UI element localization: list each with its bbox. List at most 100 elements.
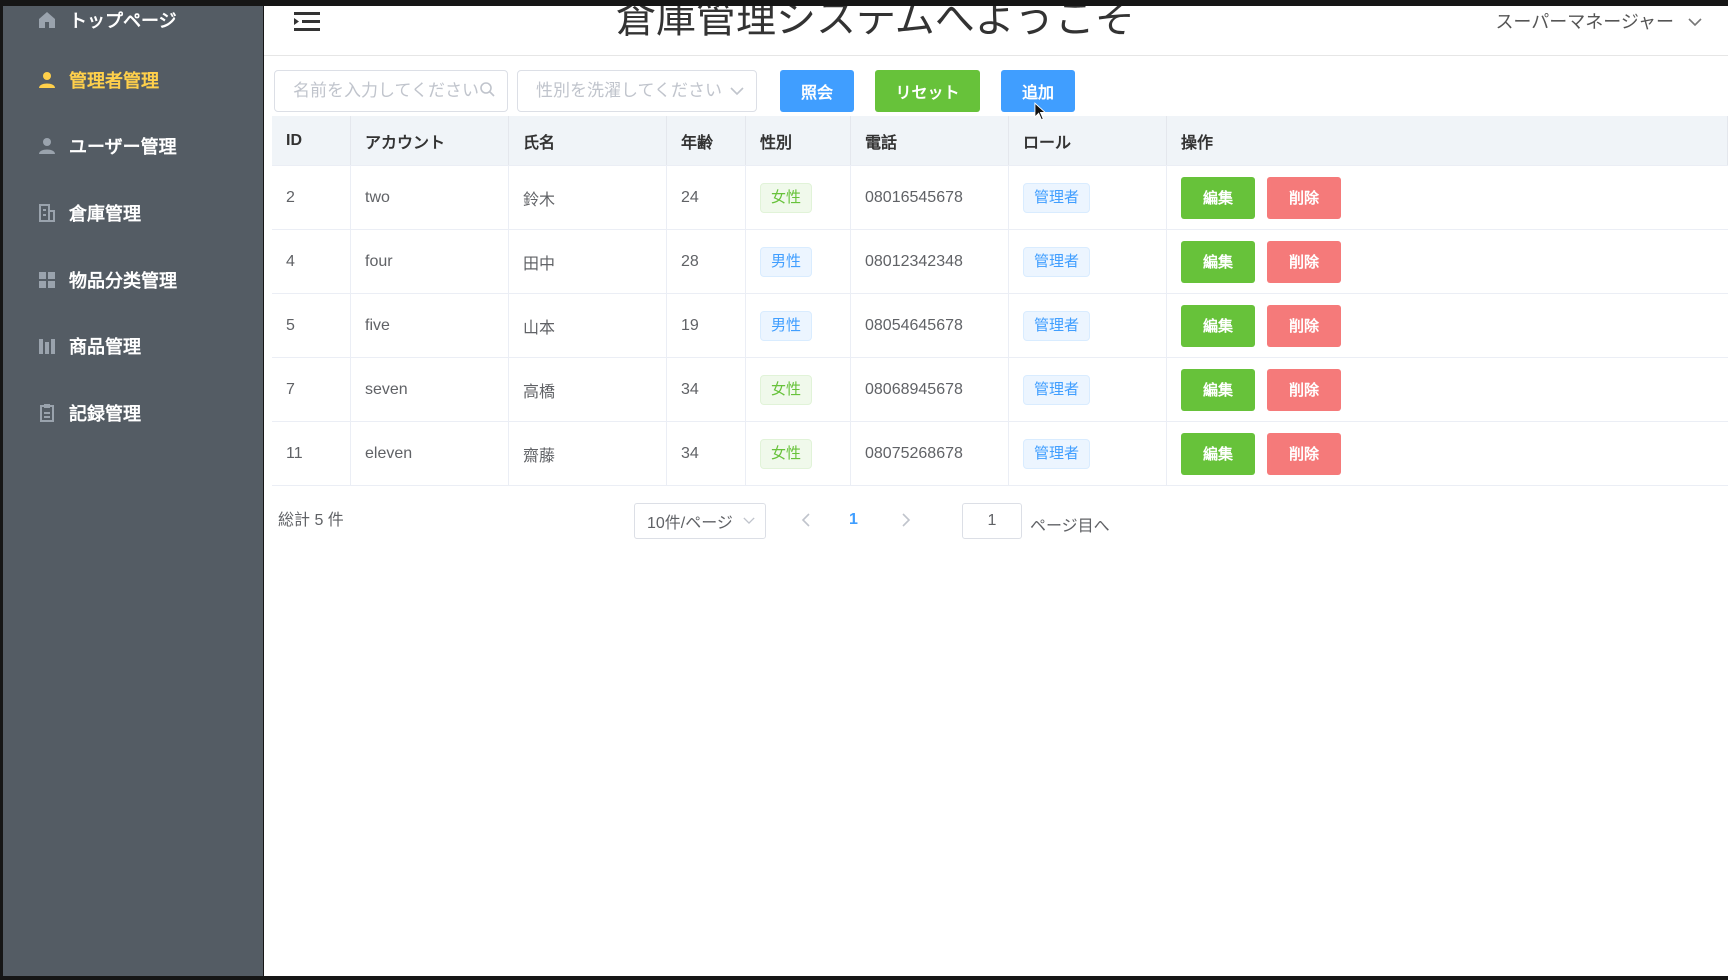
reset-button[interactable]: リセット [875, 70, 980, 112]
cell-phone: 08075268678 [851, 422, 1009, 485]
sidebar-item-label: トップページ [69, 11, 177, 31]
pagination-total: 総計 5 件 [278, 512, 344, 529]
gender-tag: 女性 [760, 374, 813, 405]
cell-account: two [351, 166, 509, 229]
user-menu[interactable]: スーパーマネージャー [1495, 8, 1702, 34]
page-jump-label: ページ目へ [1030, 518, 1110, 535]
sidebar-item-product-management[interactable]: 商品管理 [3, 326, 263, 366]
document-icon [35, 401, 59, 425]
cell-role: 管理者 [1009, 294, 1167, 357]
edit-button[interactable]: 編集 [1181, 176, 1255, 219]
prev-page-icon[interactable] [801, 511, 811, 532]
role-tag: 管理者 [1023, 310, 1091, 341]
table-row: 2 two 鈴木 24 女性 08016545678 管理者 編集 削除 [272, 166, 1728, 230]
name-search-input[interactable] [293, 81, 479, 101]
sidebar-item-label: 物品分类管理 [69, 271, 177, 291]
sidebar-item-admin-management[interactable]: 管理者管理 [3, 60, 263, 100]
gender-select[interactable] [517, 70, 757, 112]
search-button[interactable]: 照会 [780, 70, 854, 112]
admin-table: ID アカウント 氏名 年齢 性別 電話 ロール 操作 2 two 鈴木 24 女性 08… [272, 116, 1728, 486]
cell-actions: 編集 削除 [1167, 358, 1728, 421]
cell-actions: 編集 削除 [1167, 294, 1728, 357]
page-size-select[interactable]: 10件/ページ [634, 503, 766, 539]
cell-phone: 08068945678 [851, 358, 1009, 421]
table-row: 11 eleven 齋藤 34 女性 08075268678 管理者 編集 削除 [272, 422, 1728, 486]
user-icon [35, 134, 59, 158]
gender-tag: 男性 [760, 246, 813, 277]
page-jump-input[interactable]: 1 [962, 503, 1022, 539]
cell-age: 34 [667, 358, 746, 421]
cell-account: four [351, 230, 509, 293]
building-icon [35, 201, 59, 225]
cell-name: 山本 [509, 294, 667, 357]
delete-button[interactable]: 削除 [1267, 240, 1341, 283]
column-header-account: アカウント [351, 116, 509, 165]
sidebar-item-label: 管理者管理 [69, 71, 159, 91]
user-name: スーパーマネージャー [1495, 12, 1674, 32]
cell-role: 管理者 [1009, 230, 1167, 293]
edit-button[interactable]: 編集 [1181, 432, 1255, 475]
delete-button[interactable]: 削除 [1267, 368, 1341, 411]
cell-name: 田中 [509, 230, 667, 293]
cell-phone: 08012342348 [851, 230, 1009, 293]
cell-id: 2 [272, 166, 351, 229]
main-content: 倉庫管理システムへようこそ スーパーマネージャー 照会 リセット 追加 [264, 6, 1728, 976]
mouse-cursor-icon [1034, 102, 1047, 126]
sidebar-item-top-page[interactable]: トップページ [3, 0, 263, 40]
table-body: 2 two 鈴木 24 女性 08016545678 管理者 編集 削除 4 four 田中 28 男性 0… [272, 166, 1728, 486]
sidebar-item-warehouse-management[interactable]: 倉庫管理 [3, 193, 263, 233]
cell-name: 高橋 [509, 358, 667, 421]
chevron-down-icon [1688, 11, 1702, 32]
chevron-down-icon [743, 512, 755, 530]
cell-age: 34 [667, 422, 746, 485]
cell-phone: 08016545678 [851, 166, 1009, 229]
sidebar-item-label: 商品管理 [69, 337, 141, 357]
name-search-field[interactable] [274, 70, 508, 112]
delete-button[interactable]: 削除 [1267, 176, 1341, 219]
column-header-role: ロール [1009, 116, 1167, 165]
cell-name: 鈴木 [509, 166, 667, 229]
bar-chart-icon [35, 334, 59, 358]
page-size-value: 10件/ページ [647, 515, 733, 532]
role-tag: 管理者 [1023, 182, 1091, 213]
delete-button[interactable]: 削除 [1267, 432, 1341, 475]
search-icon [479, 81, 495, 102]
column-header-actions: 操作 [1167, 116, 1728, 165]
sidebar-item-label: 倉庫管理 [69, 204, 141, 224]
cell-role: 管理者 [1009, 422, 1167, 485]
sidebar-item-user-management[interactable]: ユーザー管理 [3, 126, 263, 166]
cell-actions: 編集 削除 [1167, 166, 1728, 229]
page-title: 倉庫管理システムへようこそ [616, 6, 1135, 41]
page-number-1[interactable]: 1 [849, 511, 858, 529]
header-bar: 倉庫管理システムへようこそ スーパーマネージャー [264, 6, 1728, 56]
sidebar-item-label: 記録管理 [69, 404, 141, 424]
table-row: 4 four 田中 28 男性 08012342348 管理者 編集 削除 [272, 230, 1728, 294]
sidebar-item-category-management[interactable]: 物品分类管理 [3, 260, 263, 300]
role-tag: 管理者 [1023, 246, 1091, 277]
home-icon [35, 8, 59, 32]
gender-select-input[interactable] [536, 81, 730, 101]
menu-toggle-icon[interactable] [292, 10, 322, 34]
role-tag: 管理者 [1023, 374, 1091, 405]
column-header-age: 年齢 [667, 116, 746, 165]
cell-id: 11 [272, 422, 351, 485]
cell-age: 19 [667, 294, 746, 357]
cell-account: five [351, 294, 509, 357]
cell-account: seven [351, 358, 509, 421]
user-icon [35, 68, 59, 92]
gender-tag: 男性 [760, 310, 813, 341]
cell-role: 管理者 [1009, 166, 1167, 229]
cell-actions: 編集 削除 [1167, 230, 1728, 293]
edit-button[interactable]: 編集 [1181, 368, 1255, 411]
cell-id: 7 [272, 358, 351, 421]
cell-gender: 女性 [746, 422, 851, 485]
delete-button[interactable]: 削除 [1267, 304, 1341, 347]
sidebar-item-record-management[interactable]: 記録管理 [3, 393, 263, 433]
table-row: 5 five 山本 19 男性 08054645678 管理者 編集 削除 [272, 294, 1728, 358]
cell-id: 4 [272, 230, 351, 293]
next-page-icon[interactable] [901, 511, 911, 532]
edit-button[interactable]: 編集 [1181, 304, 1255, 347]
edit-button[interactable]: 編集 [1181, 240, 1255, 283]
column-header-gender: 性別 [746, 116, 851, 165]
cell-role: 管理者 [1009, 358, 1167, 421]
